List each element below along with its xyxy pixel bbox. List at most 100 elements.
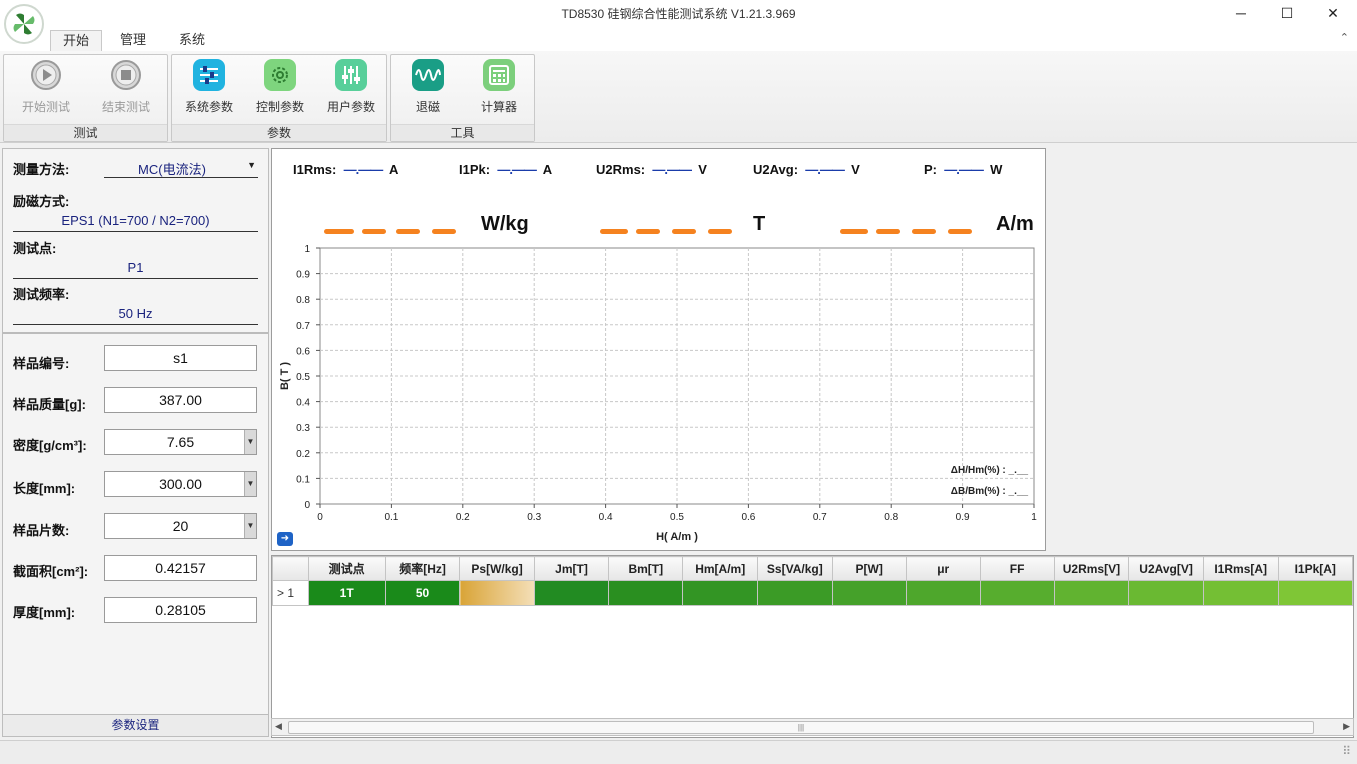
ribbon-group-test: 开始测试 结束测试 测试: [3, 54, 168, 142]
table-cell[interactable]: [533, 580, 610, 606]
column-header[interactable]: Ss[VA/kg]: [756, 556, 833, 581]
resize-grip-icon[interactable]: ⠿: [1342, 744, 1351, 758]
column-header[interactable]: 频率[Hz]: [384, 556, 461, 581]
column-header[interactable]: I1Pk[A]: [1277, 556, 1353, 581]
app-logo-icon[interactable]: [4, 4, 44, 44]
parameter-settings-tab[interactable]: 参数设置: [3, 714, 268, 736]
column-header[interactable]: Hm[A/m]: [682, 556, 758, 581]
chevron-down-icon[interactable]: ▼: [244, 430, 256, 454]
scroll-thumb[interactable]: |||: [288, 721, 1314, 734]
calculator-button[interactable]: 计算器: [462, 59, 536, 119]
parameter-panel: 测量方法: MC(电流法) ▼ 励磁方式: EPS1 (N1=700 / N2=…: [2, 148, 269, 737]
sample-id-input[interactable]: s1: [104, 345, 257, 371]
start-test-button[interactable]: 开始测试: [9, 59, 83, 119]
table-cell[interactable]: [905, 580, 981, 606]
row-indicator[interactable]: > 1: [272, 580, 309, 606]
control-params-button[interactable]: 控制参数: [243, 59, 317, 119]
table-cell[interactable]: 1T: [307, 580, 386, 606]
y-tick-label: 1: [304, 244, 310, 255]
measure-method-select[interactable]: MC(电流法) ▼: [104, 156, 258, 178]
chevron-down-icon[interactable]: ▼: [244, 472, 256, 496]
table-cell[interactable]: [756, 580, 833, 606]
y-tick-label: 0.7: [296, 321, 310, 332]
excitation-value: EPS1 (N1=700 / N2=700): [13, 213, 258, 232]
piece-count-label: 样品片数:: [13, 523, 70, 538]
table-cell[interactable]: [1202, 580, 1279, 606]
scroll-right-icon[interactable]: ▶: [1343, 721, 1350, 732]
chevron-down-icon[interactable]: ▼: [244, 514, 256, 538]
excitation-label: 励磁方式:: [13, 194, 70, 209]
frequency-label: 测试频率:: [13, 287, 70, 302]
close-button[interactable]: ✕: [1310, 0, 1356, 27]
table-cell[interactable]: [1128, 580, 1204, 606]
system-params-button[interactable]: 系统参数: [172, 59, 246, 119]
table-cell[interactable]: [979, 580, 1055, 606]
column-header[interactable]: P[W]: [831, 556, 907, 581]
column-header[interactable]: Jm[T]: [533, 556, 610, 581]
column-header[interactable]: U2Rms[V]: [1053, 556, 1130, 581]
density-combo[interactable]: 7.65 ▼: [104, 429, 257, 455]
ribbon: 开始测试 结束测试 测试 系统参数 控制参数 用户参数 参数 退磁 计算器 工具: [0, 51, 1357, 143]
piece-count-combo[interactable]: 20 ▼: [104, 513, 257, 539]
column-header[interactable]: Ps[W/kg]: [459, 556, 535, 581]
column-header[interactable]: U2Avg[V]: [1128, 556, 1204, 581]
testpoint-label: 测试点:: [13, 241, 57, 256]
maximize-button[interactable]: ☐: [1264, 0, 1310, 27]
export-arrow-icon[interactable]: ➜: [277, 532, 293, 546]
group-label-test: 测试: [4, 124, 167, 141]
minimize-button[interactable]: ─: [1218, 0, 1264, 27]
stop-test-button[interactable]: 结束测试: [89, 59, 163, 119]
column-header[interactable]: I1Rms[A]: [1202, 556, 1279, 581]
tab-manage[interactable]: 管理: [107, 30, 159, 52]
column-header[interactable]: Bm[T]: [608, 556, 684, 581]
y-tick-label: 0.5: [296, 372, 310, 383]
table-cell[interactable]: [831, 580, 907, 606]
x-tick-label: 0.1: [384, 512, 398, 523]
table-cell[interactable]: [459, 580, 535, 606]
table-cell[interactable]: [608, 580, 684, 606]
thickness-input[interactable]: 0.28105: [104, 597, 257, 623]
x-tick-label: 0.7: [813, 512, 827, 523]
table-cell[interactable]: [1277, 580, 1353, 606]
y-tick-label: 0: [304, 500, 310, 511]
scroll-left-icon[interactable]: ◀: [275, 721, 282, 732]
cross-section-input[interactable]: 0.42157: [104, 555, 257, 581]
length-combo[interactable]: 300.00 ▼: [104, 471, 257, 497]
length-value: 300.00: [159, 476, 202, 492]
ribbon-group-tools: 退磁 计算器 工具: [390, 54, 535, 142]
x-tick-label: 1: [1031, 512, 1037, 523]
control-params-label: 控制参数: [255, 100, 304, 114]
table-cell[interactable]: [682, 580, 758, 606]
horizontal-scrollbar[interactable]: ◀ ||| ▶: [271, 718, 1354, 736]
sample-mass-input[interactable]: 387.00: [104, 387, 257, 413]
column-header[interactable]: FF: [979, 556, 1055, 581]
x-tick-label: 0.4: [599, 512, 613, 523]
user-params-button[interactable]: 用户参数: [314, 59, 388, 119]
y-tick-label: 0.6: [296, 346, 310, 357]
tab-system[interactable]: 系统: [166, 30, 218, 52]
group-label-tools: 工具: [391, 124, 534, 141]
x-axis-label: H( A/m ): [656, 531, 698, 543]
system-params-label: 系统参数: [184, 100, 233, 114]
thickness-label: 厚度[mm]:: [13, 605, 76, 620]
stop-icon: [110, 59, 142, 91]
chart-panel: I1Rms: —.—— A I1Pk: —.—— A U2Rms: —.—— V…: [271, 148, 1046, 551]
x-tick-label: 0.2: [456, 512, 470, 523]
ribbon-tabs: 开始 管理 系统 ⌃: [0, 27, 1357, 52]
start-test-label: 开始测试: [21, 100, 70, 114]
right-blank-area: [1047, 148, 1355, 551]
y-tick-label: 0.2: [296, 449, 310, 460]
table-cell[interactable]: [1053, 580, 1130, 606]
column-header[interactable]: μr: [905, 556, 981, 581]
x-tick-label: 0.3: [527, 512, 541, 523]
y-tick-label: 0.1: [296, 474, 310, 485]
collapse-ribbon-button[interactable]: ⌃: [1340, 31, 1349, 44]
x-tick-label: 0: [317, 512, 323, 523]
table-row[interactable]: > 1 1T 50: [272, 580, 1353, 606]
demagnetize-button[interactable]: 退磁: [391, 59, 465, 119]
ribbon-group-params: 系统参数 控制参数 用户参数 参数: [171, 54, 387, 142]
deviation-annotation: ΔH/Hm(%) : _.__: [951, 465, 1029, 476]
tab-start[interactable]: 开始: [50, 30, 102, 52]
table-cell[interactable]: 50: [384, 580, 461, 606]
column-header[interactable]: 测试点: [307, 556, 386, 581]
